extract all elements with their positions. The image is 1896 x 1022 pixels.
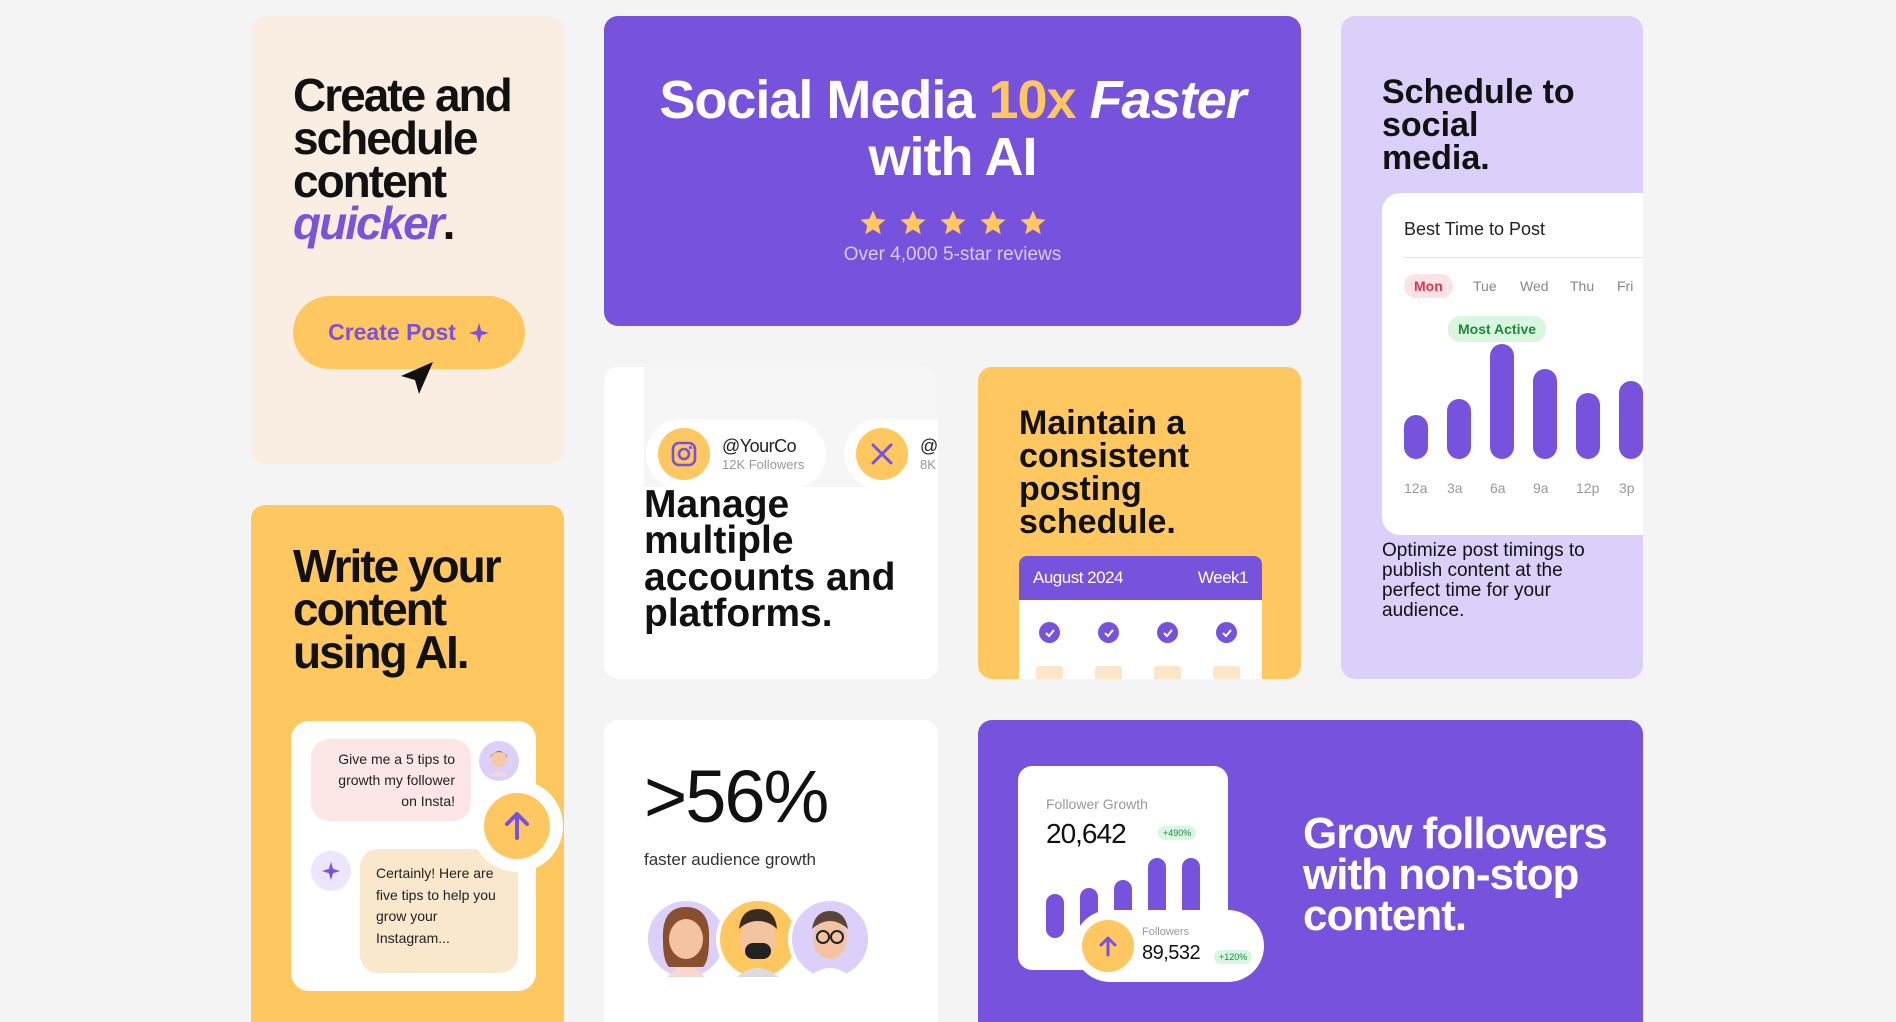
activity-bar (1533, 369, 1557, 459)
followers-value: 89,532 (1142, 942, 1201, 964)
calendar-header: August 2024 Week1 (1019, 556, 1262, 600)
hour-label: 6a (1490, 480, 1506, 496)
user-avatar (479, 741, 519, 781)
account-chip-x[interactable]: @ 8K (844, 419, 938, 489)
day-tab-wed[interactable]: Wed (1520, 278, 1549, 294)
cursor-arrow-icon (401, 362, 433, 394)
send-button-inner (484, 793, 550, 859)
card-consistent-schedule: Maintain a consistent posting schedule. … (978, 367, 1301, 679)
instagram-icon (658, 428, 710, 480)
star-icon (860, 210, 885, 235)
best-time-panel: Best Time to Post Mon Tue Wed Thu Fri Mo… (1382, 193, 1643, 535)
rating-stars (604, 208, 1301, 238)
day-tab-thu[interactable]: Thu (1570, 278, 1594, 294)
best-time-title: Best Time to Post (1404, 219, 1546, 239)
check-icon (1098, 622, 1119, 643)
followers-count-card: Followers 89,532 +120% (1074, 910, 1264, 982)
activity-bar (1619, 381, 1643, 459)
arrow-up-icon (1099, 936, 1117, 957)
user-message: Give me a 5 tips to growth my follower o… (311, 739, 471, 821)
hour-label: 12p (1576, 480, 1600, 496)
avatar (788, 897, 872, 981)
ai-reply-message: Certainly! Here are five tips to help yo… (360, 849, 518, 973)
star-icon (900, 210, 925, 235)
grow-followers-title: Grow followers with non-stop content. (1303, 809, 1608, 940)
growth-change-badge: +490% (1158, 826, 1197, 840)
ai-write-title: Write your content using AI. (293, 540, 502, 678)
activity-bar (1447, 399, 1471, 459)
most-active-badge: Most Active (1448, 316, 1547, 342)
account-chip-instagram[interactable]: @YourCo 12K Followers (646, 419, 826, 489)
card-schedule-social: Schedule to social media. Best Time to P… (1341, 16, 1643, 679)
calendar-slot (1154, 666, 1181, 679)
star-icon (1020, 210, 1045, 235)
hour-label: 3a (1447, 480, 1463, 496)
card-ai-write: Write your content using AI. Give me a 5… (251, 505, 564, 1022)
x-icon (856, 428, 908, 480)
day-tab-tue[interactable]: Tue (1473, 278, 1497, 294)
activity-bar (1404, 415, 1428, 459)
calendar-slot (1213, 666, 1240, 679)
check-icon (1039, 622, 1060, 643)
check-icon (1157, 622, 1178, 643)
sparkle-icon (468, 322, 489, 343)
follower-growth-value: 20,642 (1046, 818, 1127, 849)
growth-caption: faster audience growth (644, 850, 816, 869)
check-icon (1216, 622, 1237, 643)
hero-card: Social Media 10x Faster with AI Over 4,0… (604, 16, 1301, 326)
calendar-slot (1095, 666, 1122, 679)
day-tab-mon[interactable]: Mon (1404, 274, 1453, 298)
card-grow-followers: Follower Growth 20,642 +490% Followers 8… (978, 720, 1643, 1022)
card-create-schedule: Create and schedule content quicker. Cre… (251, 16, 564, 464)
growth-bar (1046, 894, 1064, 938)
ai-sparkle-icon (311, 851, 351, 891)
calendar-slot (1036, 666, 1063, 679)
schedule-title: Schedule to social media. (1382, 73, 1575, 177)
hour-label: 12a (1404, 480, 1428, 496)
manage-accounts-title: Manage multiple accounts and platforms. (644, 483, 896, 635)
followers-up-badge (1082, 920, 1134, 972)
calendar-week: Week1 (1197, 568, 1249, 587)
calendar-month: August 2024 (1033, 568, 1123, 587)
star-icon (980, 210, 1005, 235)
calendar-widget: August 2024 Week1 (1019, 556, 1262, 679)
hour-label: 9a (1533, 480, 1549, 496)
send-button[interactable] (471, 780, 563, 872)
schedule-description: Optimize post timings to publish content… (1382, 540, 1585, 621)
reviews-text: Over 4,000 5-star reviews (843, 244, 1062, 265)
followers-label: Followers (1142, 926, 1190, 938)
activity-bar (1490, 344, 1514, 459)
hero-title: Social Media 10x Faster with AI (659, 70, 1246, 187)
arrow-up-icon (505, 812, 529, 840)
star-icon (940, 210, 965, 235)
follower-growth-label: Follower Growth (1046, 796, 1148, 812)
day-tab-fri[interactable]: Fri (1617, 278, 1633, 294)
growth-percentage: >56% (644, 755, 829, 838)
activity-bar (1576, 393, 1600, 459)
card-manage-accounts: @YourCo 12K Followers @ 8K Manage multip… (604, 367, 938, 679)
accounts-strip: @YourCo 12K Followers @ 8K (644, 367, 938, 489)
divider (1404, 257, 1643, 258)
card-growth-stat: >56% faster audience growth (604, 720, 938, 1022)
card-create-title: Create and schedule content quicker. (293, 69, 513, 250)
followers-change-badge: +120% (1214, 950, 1253, 964)
hour-label: 3p (1619, 480, 1635, 496)
consistent-title: Maintain a consistent posting schedule. (1019, 404, 1190, 541)
